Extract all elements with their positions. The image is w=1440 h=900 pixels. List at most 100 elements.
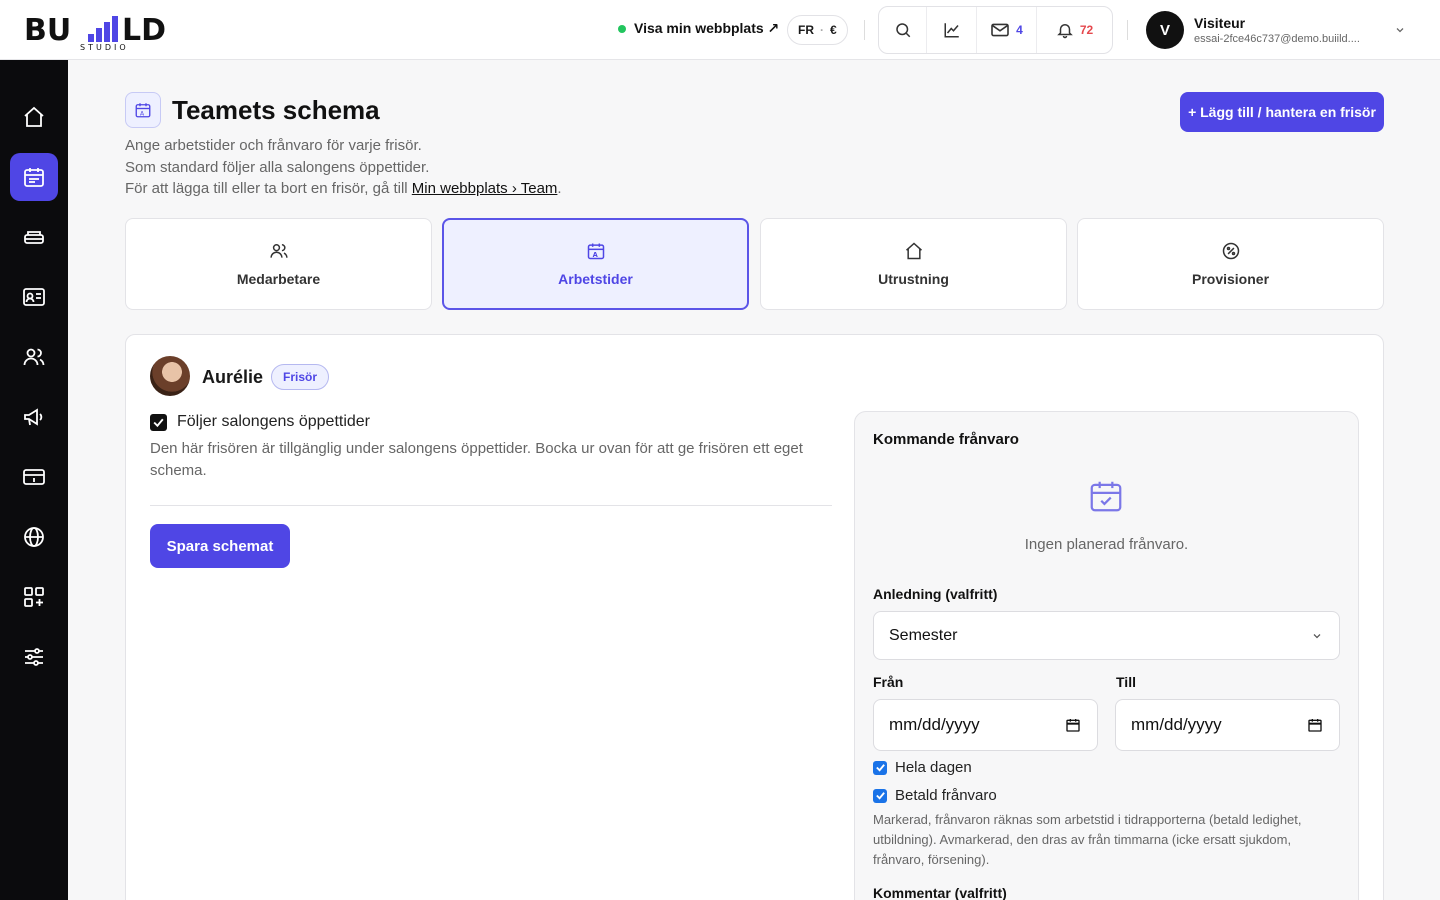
tab-working-hours[interactable]: A Arbetstider xyxy=(442,218,749,310)
home-icon xyxy=(24,106,44,127)
notifications-count: 72 xyxy=(1079,23,1094,37)
from-date-input[interactable]: mm/dd/yyyy xyxy=(873,699,1098,751)
description-line: Som standard följer alla salongens öppet… xyxy=(125,158,430,176)
divider xyxy=(864,20,865,40)
sidebar-item-settings[interactable] xyxy=(10,633,58,681)
check-icon xyxy=(153,418,164,427)
inventory-icon xyxy=(24,231,44,244)
language-currency-switch[interactable]: FR · € xyxy=(787,15,848,45)
to-label: Till xyxy=(1116,674,1136,690)
tab-equipment[interactable]: Utrustning xyxy=(760,218,1067,310)
visit-website-label: Visa min webbplats ↗ xyxy=(634,20,780,36)
sidebar-item-website[interactable] xyxy=(10,513,58,561)
description-line: Ange arbetstider och frånvaro för varje … xyxy=(125,137,422,154)
paid-absence-checkbox[interactable]: Betald frånvaro xyxy=(873,787,997,804)
team-link[interactable]: Min webbplats › Team xyxy=(412,180,558,197)
sidebar-item-team[interactable] xyxy=(10,333,58,381)
staff-photo xyxy=(150,356,190,396)
description-line: För att lägga till eller ta bort en fris… xyxy=(125,178,562,200)
top-bar: BU LD STUDIO Visa min webbplats ↗ FR · €… xyxy=(0,0,1440,60)
checkbox[interactable] xyxy=(150,413,167,431)
mail-icon xyxy=(991,23,1009,37)
chart-line-icon xyxy=(944,23,959,38)
svg-text:BU: BU xyxy=(24,13,71,48)
messages-button[interactable]: 4 xyxy=(977,7,1037,53)
logo-mark: BU LD STUDIO xyxy=(24,13,166,52)
online-status-dot xyxy=(618,24,626,33)
all-day-checkbox[interactable]: Hela dagen xyxy=(873,759,972,776)
description-text: . xyxy=(557,180,562,197)
page-description: Ange arbetstider och frånvaro för varje … xyxy=(125,135,562,200)
sidebar-item-schedule[interactable] xyxy=(10,153,58,201)
sidebar xyxy=(0,60,68,900)
notifications-button[interactable]: 72 xyxy=(1037,7,1112,53)
chevron-down-icon[interactable] xyxy=(1394,24,1406,36)
sidebar-item-clients[interactable] xyxy=(10,273,58,321)
add-stylist-button[interactable]: + Lägg till / hantera en frisör xyxy=(1180,92,1384,132)
from-label: Från xyxy=(873,674,904,690)
tab-staff[interactable]: Medarbetare xyxy=(125,218,432,310)
checkbox[interactable] xyxy=(873,760,887,775)
search-icon xyxy=(895,23,910,38)
to-date-input[interactable]: mm/dd/yyyy xyxy=(1115,699,1340,751)
tab-label: Utrustning xyxy=(878,271,949,287)
divider xyxy=(150,505,832,506)
toolbar: 4 72 xyxy=(878,6,1113,54)
calendar-picker-icon[interactable] xyxy=(1065,717,1081,733)
id-card-icon xyxy=(23,288,45,306)
percent-icon xyxy=(1222,242,1239,260)
page-title-icon: A xyxy=(125,92,161,128)
tab-label: Medarbetare xyxy=(236,271,321,287)
checkbox[interactable] xyxy=(873,788,887,803)
tab-label: Provisioner xyxy=(1191,271,1270,287)
bell-icon xyxy=(1057,24,1073,39)
reason-select[interactable]: Semester xyxy=(873,611,1340,660)
reason-value: Semester xyxy=(889,626,958,644)
sliders-icon xyxy=(25,648,43,666)
tab-commissions[interactable]: Provisioner xyxy=(1077,218,1384,310)
divider xyxy=(1127,20,1128,40)
users-icon xyxy=(23,348,45,366)
stats-button[interactable] xyxy=(927,7,977,53)
from-date-value: mm/dd/yyyy xyxy=(889,715,980,734)
user-menu[interactable]: V Visiteur essai-2fce46c737@demo.buiild.… xyxy=(1146,11,1360,49)
sidebar-item-marketing[interactable] xyxy=(10,393,58,441)
to-date-value: mm/dd/yyyy xyxy=(1131,715,1222,734)
megaphone-icon xyxy=(24,408,43,426)
visit-website-link[interactable]: Visa min webbplats ↗ xyxy=(618,20,779,37)
check-icon xyxy=(875,792,885,800)
home-icon xyxy=(905,242,922,260)
comment-label: Kommentar (valfritt) xyxy=(873,885,1007,900)
calendar-icon: A xyxy=(135,103,151,118)
language-code: FR xyxy=(798,23,814,37)
check-icon xyxy=(875,764,885,772)
absence-title: Kommande frånvaro xyxy=(873,431,1019,448)
follow-hours-label: Följer salongens öppettider xyxy=(177,413,371,430)
logo[interactable]: BU LD STUDIO xyxy=(24,8,184,54)
calendar-icon xyxy=(24,168,44,187)
chevron-down-icon xyxy=(1313,633,1321,638)
search-button[interactable] xyxy=(879,7,927,53)
paid-absence-label: Betald frånvaro xyxy=(895,787,997,804)
reason-label: Anledning (valfritt) xyxy=(873,586,998,602)
follow-hours-checkbox[interactable]: Följer salongens öppettider xyxy=(150,413,370,431)
separator: · xyxy=(820,23,824,37)
sidebar-item-apps[interactable] xyxy=(10,573,58,621)
save-schedule-button[interactable]: Spara schemat xyxy=(150,524,290,568)
follow-hours-help: Den här frisören är tillgänglig under sa… xyxy=(150,440,803,479)
globe-icon xyxy=(24,527,44,547)
staff-name: Aurélie xyxy=(202,367,264,387)
tab-label: Arbetstider xyxy=(558,271,633,287)
role-badge: Frisör xyxy=(271,364,330,390)
calendar-icon: A xyxy=(587,243,604,260)
empty-state-text: Ingen planerad frånvaro. xyxy=(1024,536,1189,553)
messages-count: 4 xyxy=(1016,23,1023,37)
paid-absence-help: Markerad, frånvaron räknas som arbetstid… xyxy=(873,812,1302,867)
sidebar-item-checkout[interactable] xyxy=(10,453,58,501)
calendar-picker-icon[interactable] xyxy=(1307,717,1323,733)
user-email: essai-2fce46c737@demo.buiild.... xyxy=(1194,33,1360,45)
apps-plus-icon xyxy=(24,587,44,607)
users-icon xyxy=(269,244,288,258)
sidebar-item-home[interactable] xyxy=(10,93,58,141)
sidebar-item-inventory[interactable] xyxy=(10,213,58,261)
